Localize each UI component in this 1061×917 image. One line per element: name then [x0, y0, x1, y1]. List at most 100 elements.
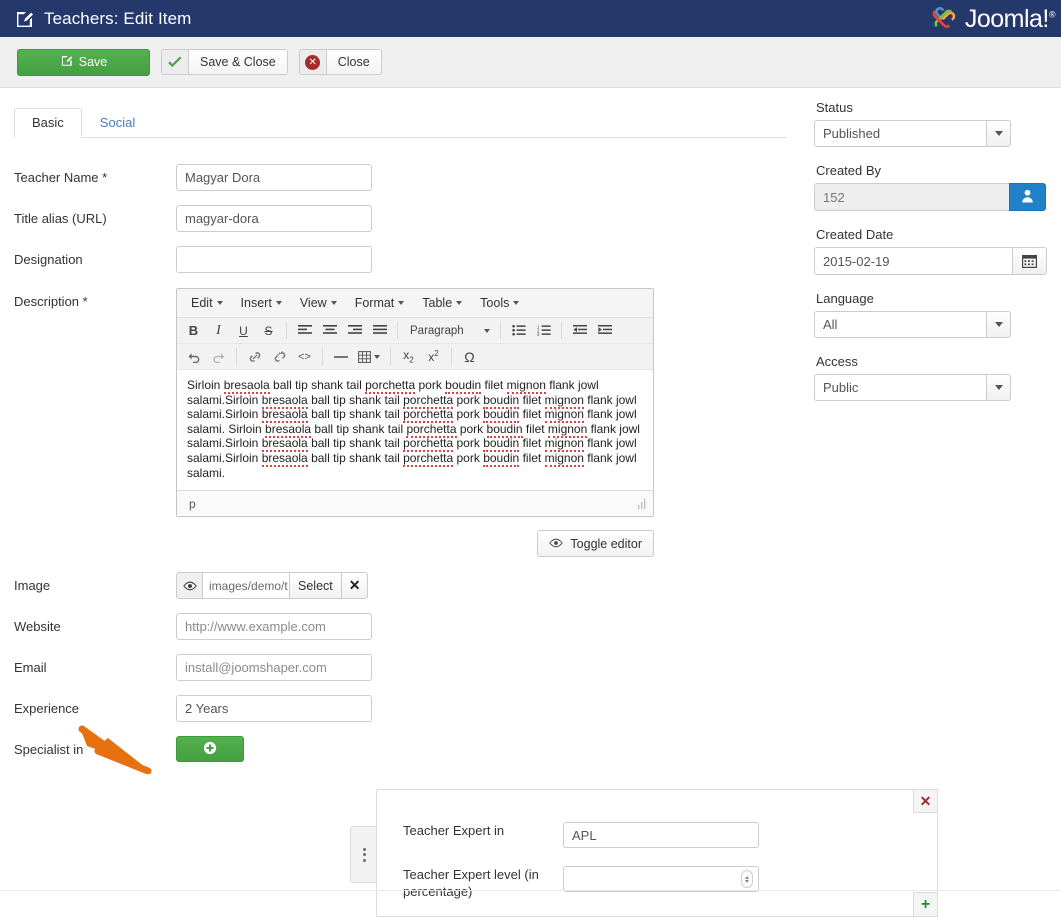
- special-character-icon[interactable]: Ω: [457, 346, 482, 368]
- page-title: Teachers: Edit Item: [44, 8, 192, 28]
- editor-menu-edit[interactable]: Edit: [183, 293, 231, 313]
- tab-social-label: Social: [99, 115, 136, 130]
- experience-input[interactable]: [176, 695, 372, 723]
- bold-icon[interactable]: B: [181, 320, 206, 342]
- specialist-in-label: Specialist in: [14, 742, 84, 758]
- editor-menu-table[interactable]: Table: [414, 293, 470, 313]
- tab-social[interactable]: Social: [82, 108, 153, 138]
- superscript-icon[interactable]: x2: [421, 346, 446, 368]
- outdent-icon[interactable]: [567, 320, 592, 342]
- chevron-down-icon: [513, 301, 520, 305]
- resize-handle-icon[interactable]: [637, 498, 647, 509]
- x-icon: ✕: [348, 577, 361, 594]
- image-path-input[interactable]: images/demo/t: [203, 572, 289, 600]
- created-date-label: Created Date: [816, 227, 894, 242]
- email-input[interactable]: [176, 654, 372, 682]
- teacher-name-input[interactable]: [176, 164, 372, 191]
- select-user-button[interactable]: [1009, 183, 1046, 211]
- editor-statusbar: p: [177, 490, 653, 517]
- redo-icon[interactable]: [206, 346, 231, 368]
- expert-level-input[interactable]: [563, 866, 759, 893]
- close-group[interactable]: ✕ Close: [298, 49, 382, 75]
- tab-basic[interactable]: Basic: [14, 108, 82, 138]
- chevron-down-icon: [216, 301, 223, 305]
- status-select-value: Published: [814, 120, 986, 147]
- image-select-label: Select: [298, 578, 333, 593]
- numbered-list-icon[interactable]: 123: [531, 320, 556, 342]
- table-icon[interactable]: [353, 346, 385, 368]
- description-editor[interactable]: Edit Insert View Format Table Tools B I …: [176, 288, 654, 518]
- field-row-title-alias: Title alias (URL): [0, 205, 800, 232]
- chevron-down-icon[interactable]: [986, 120, 1011, 147]
- editor-menu-insert[interactable]: Insert: [233, 293, 290, 313]
- image-select-button[interactable]: Select: [289, 572, 342, 600]
- language-select[interactable]: All: [814, 311, 1011, 338]
- number-stepper[interactable]: [741, 870, 753, 889]
- website-input[interactable]: [176, 613, 372, 641]
- format-select[interactable]: Paragraph: [403, 320, 495, 341]
- created-date-input[interactable]: 2015-02-19: [814, 247, 1012, 275]
- align-left-icon[interactable]: [292, 320, 317, 342]
- underline-icon[interactable]: U: [231, 320, 256, 342]
- status-label: Status: [816, 100, 853, 115]
- divider: [561, 322, 562, 339]
- email-label: Email: [14, 660, 47, 676]
- align-right-icon[interactable]: [342, 320, 367, 342]
- undo-icon[interactable]: [181, 346, 206, 368]
- status-select[interactable]: Published: [814, 120, 1011, 147]
- editor-content-area[interactable]: Sirloin bresaola ball tip shank tail por…: [177, 370, 653, 490]
- close-button[interactable]: Close: [325, 49, 382, 75]
- link-icon[interactable]: [242, 346, 267, 368]
- image-clear-button[interactable]: ✕: [341, 572, 369, 600]
- strikethrough-icon[interactable]: S: [256, 320, 281, 342]
- created-by-value: 152: [814, 183, 1009, 211]
- editor-menu-tools[interactable]: Tools: [472, 293, 527, 313]
- access-select[interactable]: Public: [814, 374, 1011, 401]
- divider: [286, 322, 287, 339]
- expert-in-label: Teacher Expert in: [403, 823, 505, 839]
- designation-label: Designation: [14, 252, 83, 267]
- pencil-square-icon: [60, 54, 73, 70]
- repeatable-remove-button[interactable]: ✕: [913, 789, 938, 814]
- access-label: Access: [816, 354, 858, 369]
- save-and-close-button[interactable]: Save & Close: [188, 49, 288, 75]
- repeatable-add-row-button[interactable]: +: [913, 892, 938, 917]
- specialist-add-button[interactable]: [176, 736, 244, 763]
- save-button-label: Save: [78, 55, 108, 69]
- save-button[interactable]: Save: [17, 48, 150, 76]
- expert-in-input[interactable]: [563, 822, 759, 849]
- experience-label: Experience: [14, 701, 80, 717]
- editor-menu-format[interactable]: Format: [347, 293, 413, 313]
- source-code-icon[interactable]: <>: [292, 346, 317, 368]
- image-label: Image: [14, 578, 51, 594]
- align-justify-icon[interactable]: [367, 320, 392, 342]
- toggle-editor-button[interactable]: Toggle editor: [537, 530, 654, 558]
- created-by-label: Created By: [816, 163, 882, 178]
- align-center-icon[interactable]: [317, 320, 342, 342]
- indent-icon[interactable]: [592, 320, 617, 342]
- unlink-icon[interactable]: [267, 346, 292, 368]
- chevron-down-icon[interactable]: [986, 374, 1011, 401]
- chevron-down-icon[interactable]: [986, 311, 1011, 338]
- italic-icon[interactable]: I: [206, 320, 231, 342]
- save-and-close-group[interactable]: Save & Close: [161, 49, 288, 75]
- toggle-editor-label: Toggle editor: [570, 536, 642, 551]
- access-select-value: Public: [814, 374, 986, 401]
- designation-input[interactable]: [176, 246, 372, 273]
- subscript-icon[interactable]: x2: [396, 346, 421, 368]
- created-date-field: 2015-02-19: [814, 247, 1047, 275]
- expert-level-label: Teacher Expert level (in percentage): [403, 867, 539, 900]
- eye-icon[interactable]: [176, 572, 203, 600]
- plus-icon: +: [920, 895, 931, 913]
- calendar-icon[interactable]: [1012, 247, 1047, 275]
- x-icon: ✕: [919, 792, 932, 809]
- bullet-list-icon[interactable]: [506, 320, 531, 342]
- repeatable-drag-handle[interactable]: [350, 826, 377, 884]
- sidebar-language-block: Language All: [814, 291, 1047, 338]
- editor-element-path: p: [189, 496, 196, 511]
- editor-menu-view[interactable]: View: [292, 293, 345, 313]
- sidebar-access-block: Access Public: [814, 354, 1047, 401]
- horizontal-rule-icon[interactable]: [328, 346, 353, 368]
- title-alias-input[interactable]: [176, 205, 372, 232]
- editor-toolbar-row-1: B I U S Paragraph 1 2 3: [177, 318, 653, 344]
